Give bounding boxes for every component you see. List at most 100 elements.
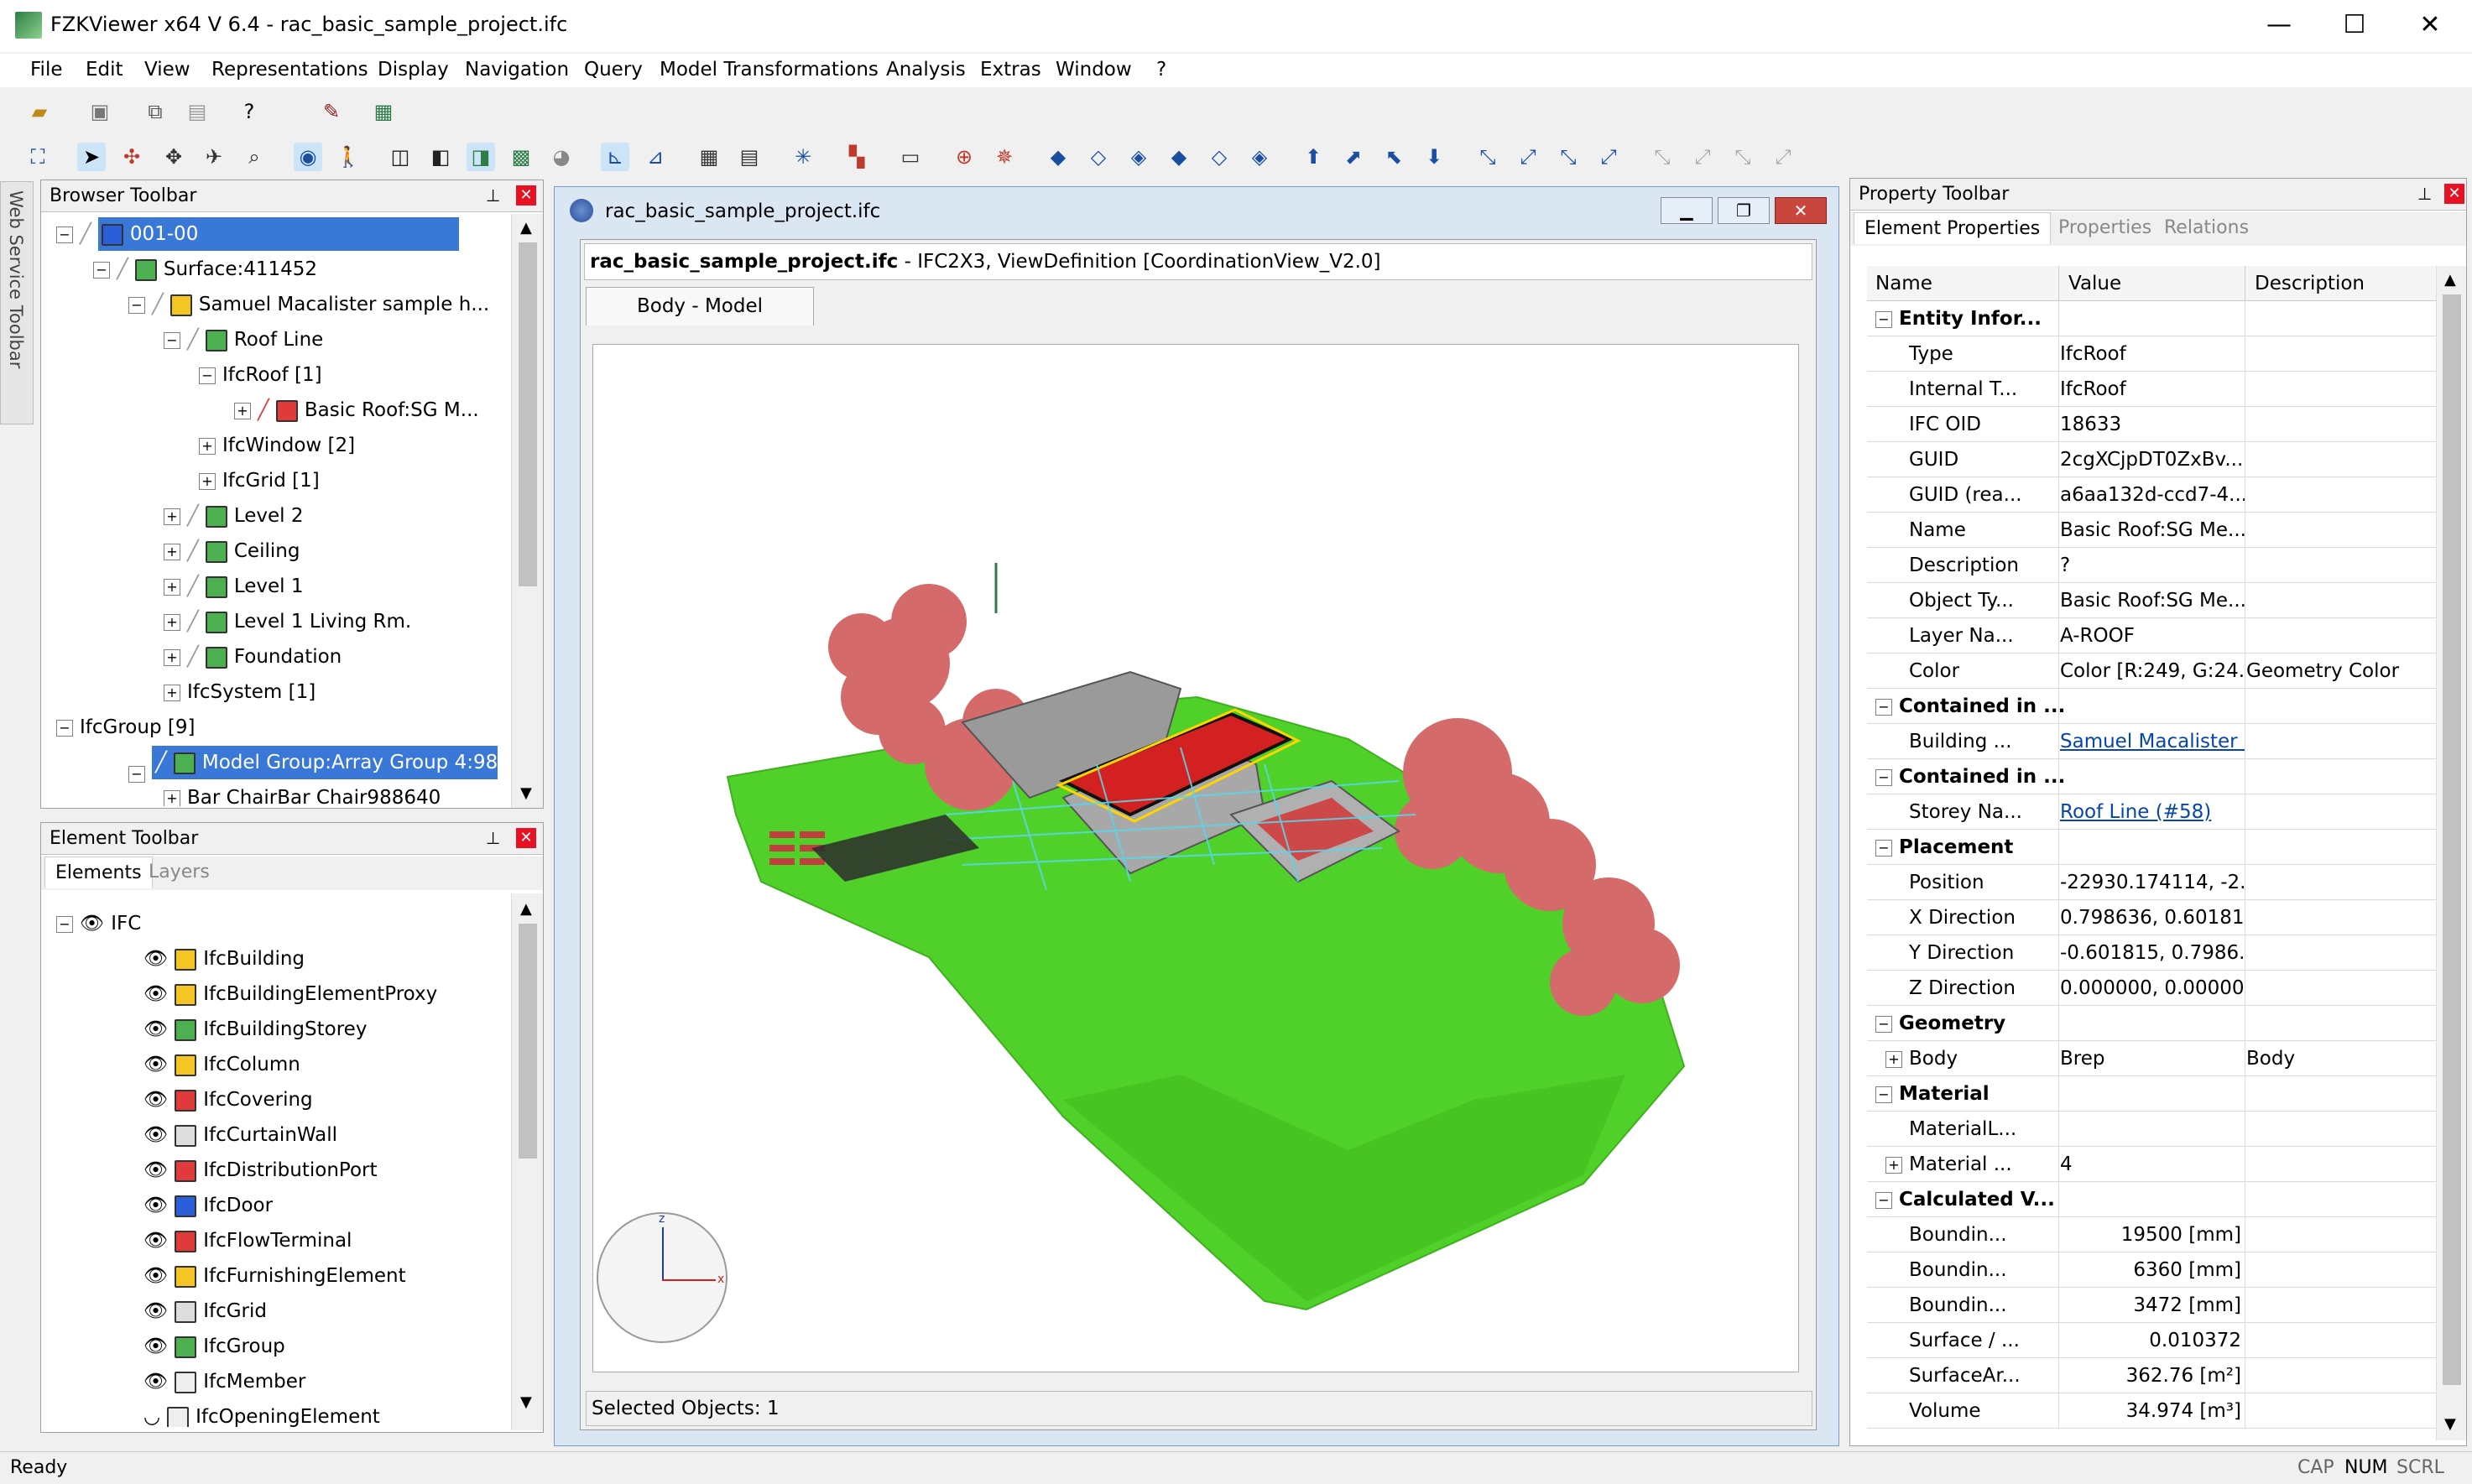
visibility-icon[interactable]: ╱ <box>187 575 199 597</box>
menu-view[interactable]: View <box>144 59 190 81</box>
close-panel-icon[interactable]: ✕ <box>516 185 536 206</box>
property-group-row[interactable]: − Contained in ... <box>1867 689 2436 724</box>
collapse-icon[interactable]: − <box>1875 310 1892 328</box>
plugin-icon[interactable]: ▦ <box>369 97 398 126</box>
visibility-icon[interactable]: ╱ <box>80 223 91 245</box>
property-value-link[interactable]: Roof Line (#58) <box>2060 794 2245 830</box>
property-row[interactable]: GUID (rea... a6aa132d-ccd7-4... <box>1867 477 2436 513</box>
collapse-icon[interactable]: − <box>56 719 73 737</box>
visibility-icon[interactable]: ╱ <box>187 329 199 351</box>
save-icon[interactable]: ▣ <box>86 97 114 126</box>
table-icon[interactable]: ▤ <box>735 143 764 171</box>
tab-element-properties[interactable]: Element Properties <box>1854 212 2052 244</box>
close-panel-icon[interactable]: ✕ <box>2444 184 2464 204</box>
property-row[interactable]: Surface / ... 0.010372 <box>1867 1323 2436 1358</box>
property-row[interactable]: Name Basic Roof:SG Me... <box>1867 513 2436 548</box>
eye-icon[interactable]: 👁 <box>143 1265 168 1287</box>
scroll-down-icon[interactable]: ▼ <box>520 784 532 802</box>
disabled-tool-1-icon[interactable]: ⤡ <box>1648 143 1677 171</box>
color-palette-icon[interactable]: ▚ <box>842 143 871 171</box>
column-name-header[interactable]: Name <box>1875 266 1932 301</box>
zoom-extent-2-icon[interactable]: ⤢ <box>1514 143 1542 171</box>
collapse-icon[interactable]: − <box>1875 698 1892 716</box>
eye-icon[interactable]: 👁 <box>143 1159 168 1181</box>
tree-row[interactable]: + IfcGrid [1] <box>199 464 320 497</box>
property-group-row[interactable]: − Contained in ... <box>1867 759 2436 794</box>
tree-row[interactable]: − ╱ Roof Line <box>164 323 323 357</box>
expand-icon[interactable]: + <box>164 613 180 631</box>
scroll-thumb[interactable] <box>2443 294 2461 1385</box>
collapse-icon[interactable]: − <box>93 261 110 279</box>
eye-icon[interactable]: 👁 <box>143 983 168 1005</box>
property-row[interactable]: + Material ... 4 <box>1867 1147 2436 1182</box>
property-row[interactable]: Building ... Samuel Macalister sa <box>1867 724 2436 759</box>
view-right-icon[interactable]: ◆ <box>1165 143 1193 171</box>
element-scrollbar[interactable]: ▲ ▼ <box>511 893 543 1430</box>
tab-layers[interactable]: Layers <box>138 857 220 888</box>
disabled-tool-2-icon[interactable]: ⤢ <box>1688 143 1717 171</box>
tab-properties[interactable]: Properties <box>2048 212 2162 244</box>
pin-icon[interactable]: ⊥ <box>486 185 500 206</box>
property-row[interactable]: Description? <box>1867 548 2436 583</box>
visibility-icon[interactable]: ╱ <box>155 752 167 773</box>
expand-icon[interactable]: + <box>164 684 180 701</box>
eye-icon[interactable]: 👁 <box>143 948 168 970</box>
list-item[interactable]: 👁 IfcMember <box>143 1365 305 1398</box>
scroll-thumb[interactable] <box>519 242 537 586</box>
expand-icon[interactable]: + <box>164 543 180 560</box>
property-row[interactable]: Color Color [R:249, G:24... Geometry Color <box>1867 653 2436 689</box>
tree-row[interactable]: − ╱ Surface:411452 <box>93 253 317 286</box>
property-group-row[interactable]: − Geometry <box>1867 1006 2436 1041</box>
property-row[interactable]: Layer Na... A-ROOF <box>1867 618 2436 653</box>
list-item[interactable]: 👁 IfcGroup <box>143 1330 285 1363</box>
tree-row[interactable]: − ╱ Samuel Macalister sample h... <box>128 288 489 321</box>
eye-icon[interactable]: 👁 <box>143 1089 168 1111</box>
iso-view-2-icon[interactable]: ⬈ <box>1339 143 1368 171</box>
transparent-cube-icon[interactable]: ◕ <box>547 143 576 171</box>
list-item[interactable]: 👁 IfcColumn <box>143 1048 300 1081</box>
pin-icon[interactable]: ⊥ <box>486 828 500 848</box>
walk-icon[interactable]: 🚶 <box>334 143 362 171</box>
property-row[interactable]: + Body Brep Body <box>1867 1041 2436 1076</box>
tree-row[interactable]: + ╱ Level 1 <box>164 570 304 603</box>
menu-representations[interactable]: Representations <box>211 59 368 81</box>
list-item[interactable]: 👁 IfcBuildingStorey <box>143 1013 367 1046</box>
minimize-button[interactable]: — <box>2245 7 2313 44</box>
eye-icon[interactable]: 👁 <box>143 1336 168 1357</box>
3d-viewport[interactable]: z x <box>592 344 1799 1372</box>
property-row[interactable]: Boundin... 19500 [mm] <box>1867 1217 2436 1252</box>
iso-view-4-icon[interactable]: ⬇ <box>1420 143 1448 171</box>
menu-extras[interactable]: Extras <box>980 59 1041 81</box>
view-bottom-icon[interactable]: ◈ <box>1245 143 1274 171</box>
view-left-icon[interactable]: ◈ <box>1124 143 1153 171</box>
menu-window[interactable]: Window <box>1056 59 1132 81</box>
property-row[interactable]: IFC OID 18633 <box>1867 407 2436 442</box>
eye-icon[interactable]: 👁 <box>143 1124 168 1146</box>
tree-row[interactable]: − ╱ Model Group:Array Group 4:988... <box>128 746 498 783</box>
shaded-cube-icon[interactable]: ◨ <box>467 143 495 171</box>
list-item[interactable]: 👁 IfcFurnishingElement <box>143 1259 406 1293</box>
visibility-icon[interactable]: ╱ <box>117 258 128 280</box>
shaded-edges-cube-icon[interactable]: ▩ <box>507 143 535 171</box>
tree-row[interactable]: + IfcWindow [2] <box>199 429 355 462</box>
eye-icon[interactable]: 👁 <box>143 1018 168 1040</box>
disabled-tool-4-icon[interactable]: ⤢ <box>1769 143 1797 171</box>
list-item[interactable]: 👁 IfcBuildingElementProxy <box>143 977 437 1011</box>
property-row[interactable]: Z Direction 0.000000, 0.00000... <box>1867 971 2436 1006</box>
eye-icon[interactable]: ◡ <box>143 1406 160 1427</box>
navigation-mode-icon[interactable]: ◉ <box>294 143 322 171</box>
view-back-icon[interactable]: ◇ <box>1084 143 1113 171</box>
fit-view-icon[interactable]: ⛶ <box>23 143 52 171</box>
rotate-icon[interactable]: ✣ <box>117 143 146 171</box>
wireframe-cube-icon[interactable]: ◫ <box>386 143 415 171</box>
measure-icon[interactable]: ▭ <box>896 143 925 171</box>
expand-icon[interactable]: + <box>1885 1156 1902 1174</box>
3d-model-scene[interactable] <box>593 345 1798 1372</box>
tab-elements[interactable]: Elements <box>44 857 153 888</box>
collapse-icon[interactable]: − <box>1875 839 1892 857</box>
property-row[interactable]: Type IfcRoof <box>1867 336 2436 372</box>
property-row[interactable]: Boundin... 6360 [mm] <box>1867 1252 2436 1288</box>
tree-row[interactable]: + ╱ Level 1 Living Rm. <box>164 605 411 638</box>
pin-icon[interactable]: ⊥ <box>2417 184 2432 204</box>
menu-navigation[interactable]: Navigation <box>465 59 569 81</box>
